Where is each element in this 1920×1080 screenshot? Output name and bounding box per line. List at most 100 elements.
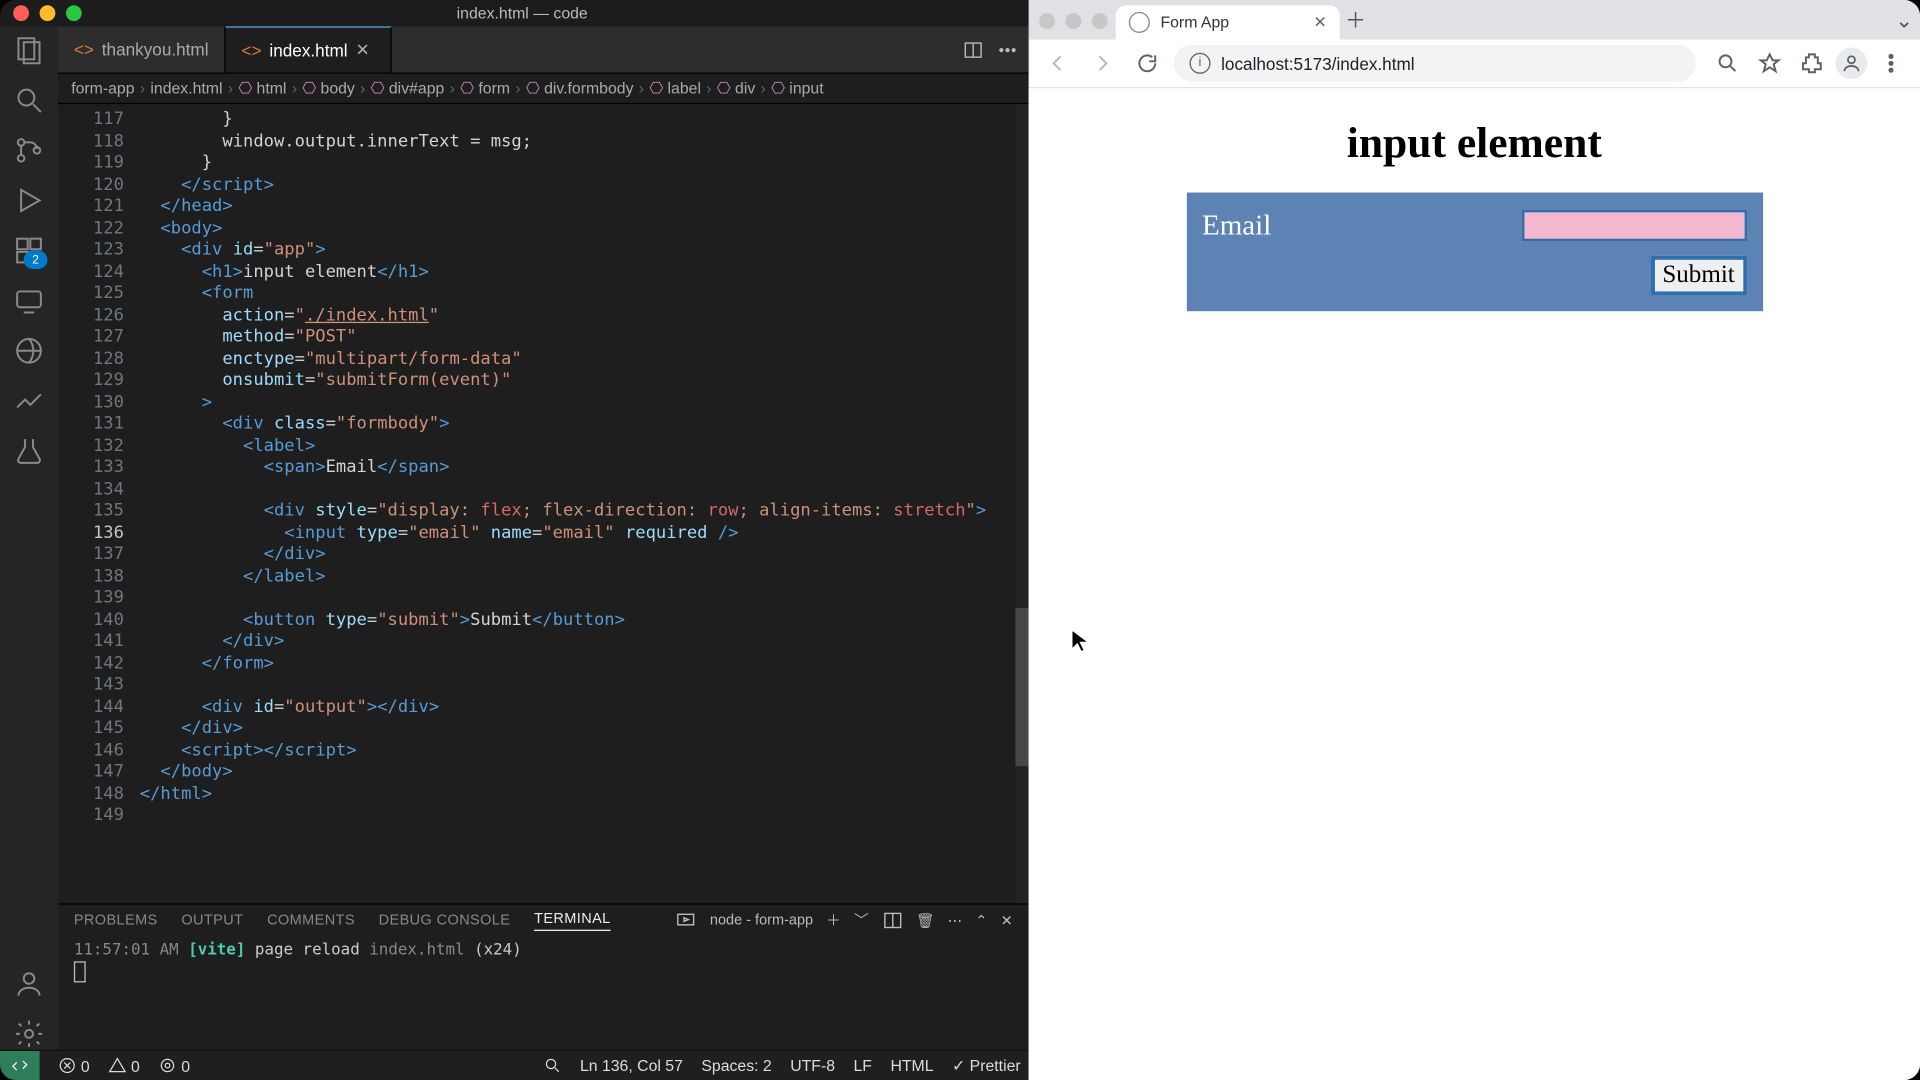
- search-icon[interactable]: [13, 84, 45, 116]
- panel-tab-comments[interactable]: COMMENTS: [267, 913, 355, 929]
- extensions-badge: 2: [24, 251, 48, 269]
- close-icon[interactable]: ✕: [1313, 13, 1326, 31]
- back-button[interactable]: [1039, 45, 1076, 82]
- url-text: localhost:5173/index.html: [1221, 53, 1414, 73]
- status-eol[interactable]: LF: [854, 1056, 872, 1074]
- source-control-icon[interactable]: [13, 135, 45, 167]
- bookmark-icon[interactable]: [1751, 45, 1788, 82]
- editor-tabs: <> thankyou.html <> index.html ✕: [58, 26, 1029, 73]
- run-debug-icon[interactable]: [13, 185, 45, 217]
- breadcrumb-item[interactable]: ⎔ div: [717, 79, 755, 97]
- tab-title: Form App: [1160, 13, 1229, 31]
- breadcrumb-item[interactable]: ⎔ div#app: [371, 79, 445, 97]
- code-content[interactable]: } window.output.innerText = msg; } </scr…: [135, 104, 1029, 903]
- profile-avatar[interactable]: [1836, 47, 1868, 79]
- graph-icon[interactable]: [13, 385, 45, 417]
- panel-tab-debug-console[interactable]: DEBUG CONSOLE: [379, 913, 511, 929]
- html-file-icon: <>: [74, 40, 94, 60]
- traffic-maximize-icon[interactable]: [66, 5, 82, 21]
- page-content: input element Email Submit: [1029, 88, 1920, 1080]
- status-search-icon[interactable]: [543, 1056, 561, 1076]
- close-panel-icon[interactable]: ✕: [1001, 912, 1013, 929]
- forward-button[interactable]: [1084, 45, 1121, 82]
- status-language[interactable]: HTML: [890, 1056, 933, 1074]
- tab-thankyou[interactable]: <> thankyou.html: [58, 26, 226, 72]
- status-cursor[interactable]: Ln 136, Col 57: [580, 1056, 683, 1074]
- address-bar[interactable]: i localhost:5173/index.html: [1174, 45, 1696, 82]
- chrome-window: Form App ✕ ＋ ⌄ i localhost:5173/index.ht…: [1029, 0, 1920, 1080]
- zoom-icon[interactable]: [1709, 45, 1746, 82]
- breadcrumb-item[interactable]: ⎔ html: [238, 79, 286, 97]
- breadcrumb-item[interactable]: form-app: [71, 79, 134, 97]
- submit-button[interactable]: Submit: [1650, 256, 1746, 296]
- more-icon[interactable]: ⋯: [948, 912, 963, 929]
- panel-tab-problems[interactable]: PROBLEMS: [74, 913, 158, 929]
- remote-explorer-icon[interactable]: [13, 285, 45, 317]
- traffic-maximize-icon[interactable]: [1092, 13, 1108, 29]
- status-errors[interactable]: 0: [58, 1056, 90, 1076]
- gear-icon[interactable]: [13, 1018, 45, 1050]
- status-warnings[interactable]: 0: [108, 1056, 140, 1076]
- breadcrumb[interactable]: form-app›index.html›⎔ html›⎔ body›⎔ div#…: [58, 74, 1029, 104]
- terminal-task-label[interactable]: node - form-app: [710, 913, 813, 929]
- site-info-icon[interactable]: i: [1189, 53, 1210, 74]
- breadcrumb-item[interactable]: ⎔ body: [302, 79, 355, 97]
- breadcrumb-item[interactable]: ⎔ label: [649, 79, 701, 97]
- bottom-panel: PROBLEMS OUTPUT COMMENTS DEBUG CONSOLE TERMI…: [58, 903, 1029, 1049]
- remote-indicator[interactable]: [0, 1051, 40, 1080]
- chevron-down-icon[interactable]: ﹀: [854, 910, 869, 931]
- scrollbar-thumb[interactable]: [1015, 608, 1028, 766]
- beaker-icon[interactable]: [13, 435, 45, 467]
- status-encoding[interactable]: UTF-8: [790, 1056, 835, 1074]
- live-share-icon[interactable]: [13, 335, 45, 367]
- maximize-panel-icon[interactable]: ⌃: [975, 912, 987, 929]
- status-ports[interactable]: 0: [158, 1056, 190, 1076]
- browser-tab[interactable]: Form App ✕: [1116, 5, 1340, 39]
- close-icon[interactable]: ✕: [355, 40, 373, 61]
- breadcrumb-item[interactable]: ⎔ input: [771, 79, 824, 97]
- reload-button[interactable]: [1129, 45, 1166, 82]
- more-icon[interactable]: [997, 39, 1018, 60]
- panel-tab-terminal[interactable]: TERMINAL: [534, 911, 611, 931]
- traffic-close-icon[interactable]: [1039, 13, 1055, 29]
- globe-icon: [1129, 12, 1150, 33]
- form-body: Email Submit: [1186, 193, 1762, 312]
- account-icon[interactable]: [13, 968, 45, 1000]
- kebab-menu-icon[interactable]: [1873, 45, 1910, 82]
- scrollbar-track[interactable]: [1015, 104, 1028, 903]
- email-field[interactable]: [1521, 210, 1746, 242]
- traffic-minimize-icon[interactable]: [1066, 13, 1082, 29]
- html-file-icon: <>: [241, 40, 261, 60]
- new-terminal-icon[interactable]: ＋: [826, 910, 841, 931]
- traffic-minimize-icon[interactable]: [40, 5, 56, 21]
- extensions-icon[interactable]: [1793, 45, 1830, 82]
- terminal-cursor: [74, 961, 86, 982]
- chevron-down-icon[interactable]: ⌄: [1888, 5, 1920, 39]
- new-tab-button[interactable]: ＋: [1340, 5, 1372, 39]
- vscode-window: index.html — code 2 <: [0, 0, 1029, 1080]
- traffic-close-icon[interactable]: [13, 5, 29, 21]
- extensions-icon[interactable]: 2: [13, 235, 45, 267]
- tab-label: index.html: [269, 40, 347, 60]
- breadcrumb-item[interactable]: ⎔ form: [460, 79, 510, 97]
- window-title: index.html — code: [82, 4, 963, 22]
- split-terminal-icon[interactable]: [882, 910, 903, 931]
- files-icon[interactable]: [13, 34, 45, 66]
- status-bar: 0 0 0 Ln 136, Col 57 Spaces: 2 UTF-8 LF …: [0, 1050, 1029, 1080]
- trash-icon[interactable]: 🗑: [916, 912, 934, 929]
- breadcrumb-item[interactable]: ⎔ div.formbody: [526, 79, 634, 97]
- status-spaces[interactable]: Spaces: 2: [701, 1056, 771, 1074]
- email-label: Email: [1202, 208, 1271, 242]
- tab-index[interactable]: <> index.html ✕: [226, 26, 391, 72]
- split-editor-icon[interactable]: [963, 39, 984, 60]
- panel-tab-output[interactable]: OUTPUT: [181, 913, 243, 929]
- terminal-output[interactable]: 11:57:01 AM [vite] page reload index.htm…: [58, 936, 1029, 1049]
- page-heading: input element: [1347, 120, 1602, 169]
- vscode-titlebar[interactable]: index.html — code: [0, 0, 1029, 26]
- activity-bar: 2: [0, 26, 58, 1049]
- status-formatter[interactable]: ✓ Prettier: [952, 1056, 1021, 1074]
- tab-label: thankyou.html: [102, 40, 209, 60]
- breadcrumb-item[interactable]: index.html: [150, 79, 222, 97]
- run-task-icon[interactable]: [676, 910, 697, 931]
- code-editor[interactable]: 117 118 119 120 121 122 123 124 125 126 …: [58, 104, 1029, 903]
